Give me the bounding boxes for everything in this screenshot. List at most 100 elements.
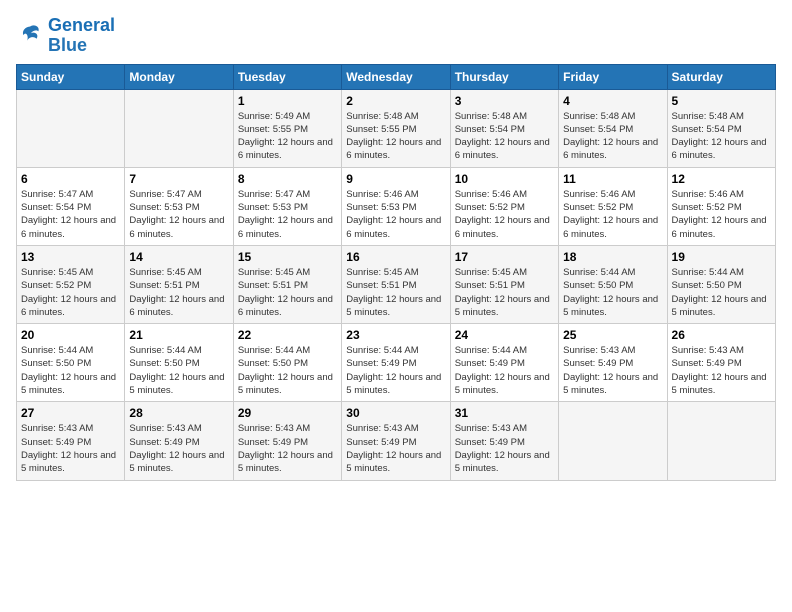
- day-number: 21: [129, 328, 228, 342]
- day-number: 20: [21, 328, 120, 342]
- weekday-header-tuesday: Tuesday: [233, 64, 341, 89]
- day-number: 10: [455, 172, 554, 186]
- calendar-cell: 21 Sunrise: 5:44 AMSunset: 5:50 PMDayligh…: [125, 324, 233, 402]
- day-info: Sunrise: 5:48 AMSunset: 5:54 PMDaylight:…: [563, 110, 662, 163]
- day-info: Sunrise: 5:48 AMSunset: 5:55 PMDaylight:…: [346, 110, 445, 163]
- calendar-cell: [667, 402, 775, 480]
- calendar-cell: 8 Sunrise: 5:47 AMSunset: 5:53 PMDaylight…: [233, 167, 341, 245]
- page-header: General Blue: [16, 16, 776, 56]
- day-number: 7: [129, 172, 228, 186]
- day-info: Sunrise: 5:43 AMSunset: 5:49 PMDaylight:…: [672, 344, 771, 397]
- day-number: 26: [672, 328, 771, 342]
- calendar-cell: 17Sunrise: 5:45 AMSunset: 5:51 PMDayligh…: [450, 245, 558, 323]
- day-number: 4: [563, 94, 662, 108]
- logo-bird-icon: [16, 22, 44, 50]
- calendar-cell: 3 Sunrise: 5:48 AMSunset: 5:54 PMDaylight…: [450, 89, 558, 167]
- calendar-cell: 1 Sunrise: 5:49 AMSunset: 5:55 PMDaylight…: [233, 89, 341, 167]
- day-number: 14: [129, 250, 228, 264]
- day-info: Sunrise: 5:48 AMSunset: 5:54 PMDaylight:…: [672, 110, 771, 163]
- weekday-header-monday: Monday: [125, 64, 233, 89]
- day-info: Sunrise: 5:45 AMSunset: 5:51 PMDaylight:…: [346, 266, 445, 319]
- calendar-cell: 4 Sunrise: 5:48 AMSunset: 5:54 PMDaylight…: [559, 89, 667, 167]
- day-number: 3: [455, 94, 554, 108]
- calendar-cell: 13Sunrise: 5:45 AMSunset: 5:52 PMDayligh…: [17, 245, 125, 323]
- calendar-week-1: 1 Sunrise: 5:49 AMSunset: 5:55 PMDaylight…: [17, 89, 776, 167]
- calendar-cell: 12 Sunrise: 5:46 AMSunset: 5:52 PMDayligh…: [667, 167, 775, 245]
- day-number: 5: [672, 94, 771, 108]
- calendar-cell: 28 Sunrise: 5:43 AMSunset: 5:49 PMDayligh…: [125, 402, 233, 480]
- day-number: 6: [21, 172, 120, 186]
- calendar-week-2: 6 Sunrise: 5:47 AMSunset: 5:54 PMDaylight…: [17, 167, 776, 245]
- day-info: Sunrise: 5:44 AMSunset: 5:50 PMDaylight:…: [238, 344, 337, 397]
- day-info: Sunrise: 5:47 AMSunset: 5:54 PMDaylight:…: [21, 188, 120, 241]
- day-info: Sunrise: 5:45 AMSunset: 5:51 PMDaylight:…: [455, 266, 554, 319]
- day-info: Sunrise: 5:43 AMSunset: 5:49 PMDaylight:…: [346, 422, 445, 475]
- day-info: Sunrise: 5:43 AMSunset: 5:49 PMDaylight:…: [238, 422, 337, 475]
- day-number: 12: [672, 172, 771, 186]
- day-number: 13: [21, 250, 120, 264]
- day-number: 30: [346, 406, 445, 420]
- calendar-cell: 22 Sunrise: 5:44 AMSunset: 5:50 PMDayligh…: [233, 324, 341, 402]
- day-info: Sunrise: 5:44 AMSunset: 5:50 PMDaylight:…: [21, 344, 120, 397]
- day-number: 9: [346, 172, 445, 186]
- calendar-cell: 23 Sunrise: 5:44 AMSunset: 5:49 PMDayligh…: [342, 324, 450, 402]
- calendar-cell: 6 Sunrise: 5:47 AMSunset: 5:54 PMDaylight…: [17, 167, 125, 245]
- day-info: Sunrise: 5:44 AMSunset: 5:50 PMDaylight:…: [563, 266, 662, 319]
- calendar-cell: 27 Sunrise: 5:43 AMSunset: 5:49 PMDayligh…: [17, 402, 125, 480]
- day-number: 28: [129, 406, 228, 420]
- day-info: Sunrise: 5:49 AMSunset: 5:55 PMDaylight:…: [238, 110, 337, 163]
- calendar-cell: 19 Sunrise: 5:44 AMSunset: 5:50 PMDayligh…: [667, 245, 775, 323]
- day-number: 29: [238, 406, 337, 420]
- calendar-cell: 5 Sunrise: 5:48 AMSunset: 5:54 PMDaylight…: [667, 89, 775, 167]
- day-number: 2: [346, 94, 445, 108]
- day-info: Sunrise: 5:46 AMSunset: 5:52 PMDaylight:…: [672, 188, 771, 241]
- day-number: 18: [563, 250, 662, 264]
- calendar-cell: [559, 402, 667, 480]
- weekday-header-wednesday: Wednesday: [342, 64, 450, 89]
- day-info: Sunrise: 5:46 AMSunset: 5:53 PMDaylight:…: [346, 188, 445, 241]
- day-info: Sunrise: 5:43 AMSunset: 5:49 PMDaylight:…: [563, 344, 662, 397]
- day-number: 31: [455, 406, 554, 420]
- day-number: 19: [672, 250, 771, 264]
- calendar-cell: 20 Sunrise: 5:44 AMSunset: 5:50 PMDayligh…: [17, 324, 125, 402]
- weekday-header-sunday: Sunday: [17, 64, 125, 89]
- calendar-table: SundayMondayTuesdayWednesdayThursdayFrid…: [16, 64, 776, 481]
- calendar-cell: [17, 89, 125, 167]
- day-number: 8: [238, 172, 337, 186]
- weekday-header-thursday: Thursday: [450, 64, 558, 89]
- day-info: Sunrise: 5:48 AMSunset: 5:54 PMDaylight:…: [455, 110, 554, 163]
- day-info: Sunrise: 5:46 AMSunset: 5:52 PMDaylight:…: [455, 188, 554, 241]
- weekday-header-saturday: Saturday: [667, 64, 775, 89]
- calendar-cell: 2 Sunrise: 5:48 AMSunset: 5:55 PMDaylight…: [342, 89, 450, 167]
- day-number: 11: [563, 172, 662, 186]
- calendar-cell: 29 Sunrise: 5:43 AMSunset: 5:49 PMDayligh…: [233, 402, 341, 480]
- day-info: Sunrise: 5:45 AMSunset: 5:51 PMDaylight:…: [129, 266, 228, 319]
- calendar-cell: [125, 89, 233, 167]
- calendar-cell: 24 Sunrise: 5:44 AMSunset: 5:49 PMDayligh…: [450, 324, 558, 402]
- calendar-week-3: 13Sunrise: 5:45 AMSunset: 5:52 PMDayligh…: [17, 245, 776, 323]
- day-info: Sunrise: 5:44 AMSunset: 5:50 PMDaylight:…: [129, 344, 228, 397]
- day-number: 27: [21, 406, 120, 420]
- calendar-cell: 30 Sunrise: 5:43 AMSunset: 5:49 PMDayligh…: [342, 402, 450, 480]
- day-info: Sunrise: 5:43 AMSunset: 5:49 PMDaylight:…: [21, 422, 120, 475]
- day-number: 1: [238, 94, 337, 108]
- day-number: 23: [346, 328, 445, 342]
- calendar-cell: 25Sunrise: 5:43 AMSunset: 5:49 PMDayligh…: [559, 324, 667, 402]
- calendar-week-5: 27 Sunrise: 5:43 AMSunset: 5:49 PMDayligh…: [17, 402, 776, 480]
- calendar-week-4: 20 Sunrise: 5:44 AMSunset: 5:50 PMDayligh…: [17, 324, 776, 402]
- calendar-cell: 9 Sunrise: 5:46 AMSunset: 5:53 PMDaylight…: [342, 167, 450, 245]
- calendar-cell: 31Sunrise: 5:43 AMSunset: 5:49 PMDayligh…: [450, 402, 558, 480]
- calendar-cell: 10 Sunrise: 5:46 AMSunset: 5:52 PMDayligh…: [450, 167, 558, 245]
- day-number: 24: [455, 328, 554, 342]
- day-number: 16: [346, 250, 445, 264]
- day-info: Sunrise: 5:47 AMSunset: 5:53 PMDaylight:…: [238, 188, 337, 241]
- day-info: Sunrise: 5:44 AMSunset: 5:49 PMDaylight:…: [346, 344, 445, 397]
- day-number: 22: [238, 328, 337, 342]
- day-info: Sunrise: 5:44 AMSunset: 5:49 PMDaylight:…: [455, 344, 554, 397]
- day-info: Sunrise: 5:47 AMSunset: 5:53 PMDaylight:…: [129, 188, 228, 241]
- logo: General Blue: [16, 16, 115, 56]
- day-info: Sunrise: 5:44 AMSunset: 5:50 PMDaylight:…: [672, 266, 771, 319]
- day-info: Sunrise: 5:45 AMSunset: 5:51 PMDaylight:…: [238, 266, 337, 319]
- day-info: Sunrise: 5:43 AMSunset: 5:49 PMDaylight:…: [129, 422, 228, 475]
- weekday-header-friday: Friday: [559, 64, 667, 89]
